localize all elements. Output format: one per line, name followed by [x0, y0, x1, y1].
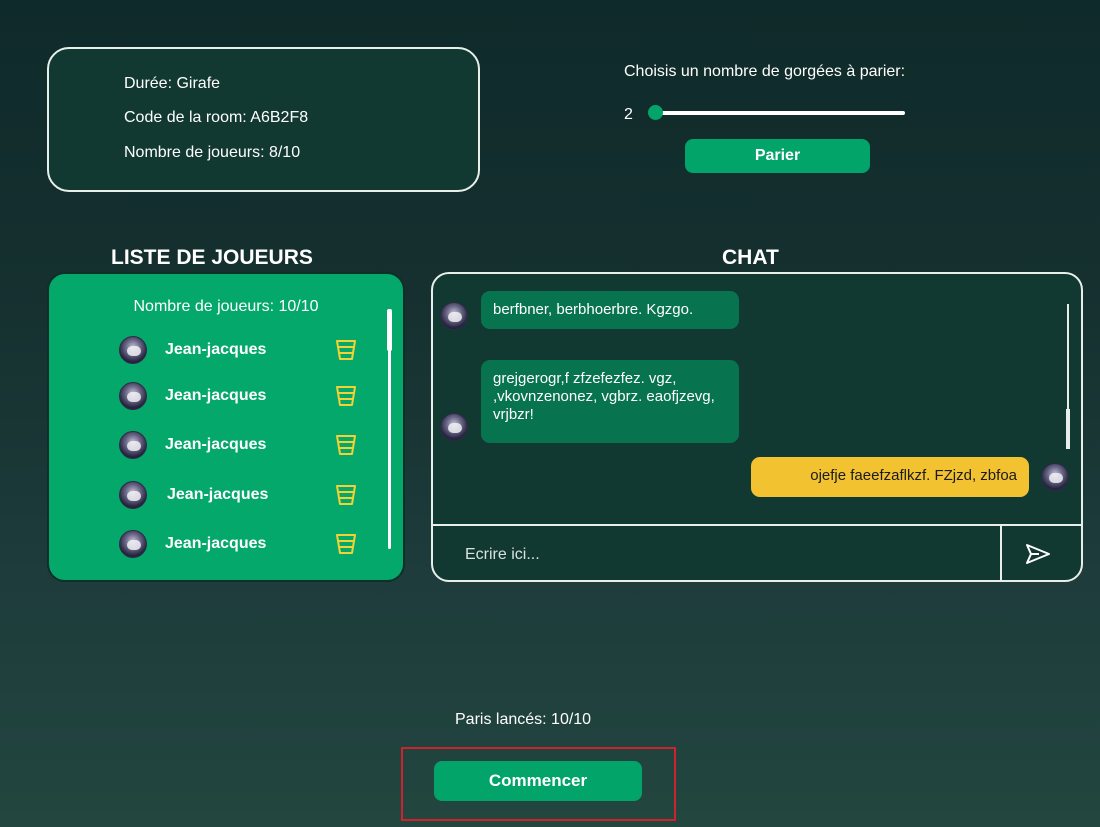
player-row: Jean-jacques [119, 479, 369, 511]
room-code: Code de la room: A6B2F8 [124, 109, 309, 126]
avatar [1041, 463, 1069, 491]
player-name: Jean-jacques [167, 486, 269, 503]
chat-divider [433, 524, 1081, 526]
players-list-title: LISTE DE JOUEURS [111, 246, 313, 269]
chat-message: grejgerogr,f zfzefezfez. vgz, ,vkovnzeno… [481, 360, 739, 443]
bet-slider-track[interactable] [655, 111, 905, 115]
avatar [119, 382, 147, 410]
cup-icon [336, 485, 356, 505]
chat-message-own: ojefje faeefzaflkzf. FZjzd, zbfoa [751, 457, 1029, 497]
players-count: Nombre de joueurs: 10/10 [133, 298, 319, 315]
room-duration: Durée: Girafe [124, 75, 221, 92]
start-button[interactable]: Commencer [434, 761, 642, 801]
chat-message: berfbner, berbhoerbre. Kgzgo. [481, 291, 739, 329]
chat-title: CHAT [722, 246, 779, 269]
chat-input[interactable] [465, 540, 985, 570]
cup-icon [336, 386, 356, 406]
room-info-card: Durée: Girafe Code de la room: A6B2F8 No… [47, 47, 480, 192]
player-row: Jean-jacques [119, 528, 369, 560]
avatar [119, 530, 147, 558]
avatar [119, 336, 147, 364]
bet-value: 2 [624, 106, 633, 123]
cup-icon [336, 340, 356, 360]
bet-label: Choisis un nombre de gorgées à parier: [624, 63, 906, 80]
chat-scrollbar-thumb[interactable] [1066, 409, 1070, 449]
chat-panel: berfbner, berbhoerbre. Kgzgo. grejgerogr… [431, 272, 1083, 582]
player-name: Jean-jacques [165, 341, 267, 358]
cup-icon [336, 435, 356, 455]
chat-input-separator [1000, 525, 1002, 580]
cup-icon [336, 534, 356, 554]
send-icon [1026, 544, 1050, 564]
player-name: Jean-jacques [165, 535, 267, 552]
avatar [119, 481, 147, 509]
bets-count: Paris lancés: 10/10 [455, 711, 592, 728]
player-name: Jean-jacques [165, 387, 267, 404]
avatar [119, 431, 147, 459]
players-scrollbar-thumb[interactable] [387, 309, 392, 351]
bet-slider-thumb[interactable] [648, 105, 663, 120]
player-row: Jean-jacques [119, 334, 369, 366]
room-player-count: Nombre de joueurs: 8/10 [124, 144, 301, 161]
bet-button[interactable]: Parier [685, 139, 870, 173]
send-button[interactable] [1013, 538, 1063, 570]
player-row: Jean-jacques [119, 380, 369, 412]
players-list-panel: Nombre de joueurs: 10/10 Jean-jacques Je… [47, 272, 405, 582]
avatar [440, 413, 468, 441]
avatar [440, 302, 468, 330]
player-row: Jean-jacques [119, 429, 369, 461]
player-name: Jean-jacques [165, 436, 267, 453]
